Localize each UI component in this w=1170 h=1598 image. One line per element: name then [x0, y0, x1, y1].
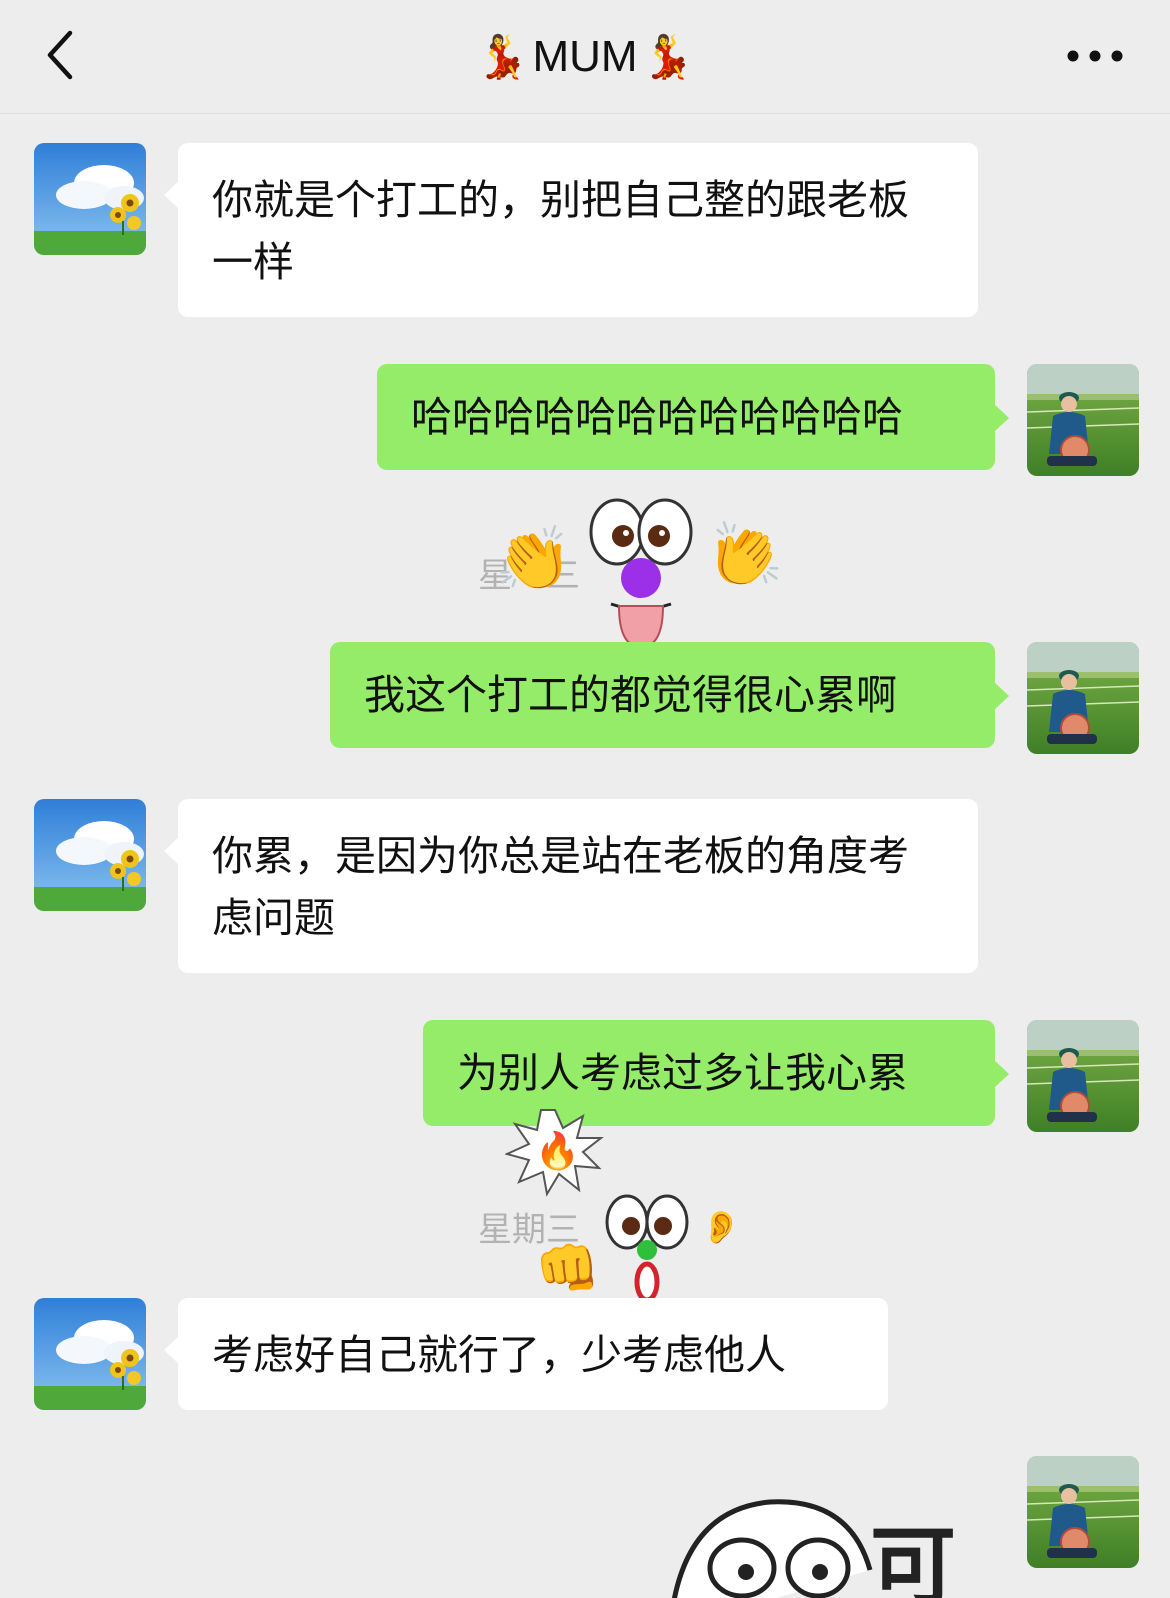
message-text: 你累，是因为你总是站在老板的角度考虑问题: [212, 832, 909, 942]
girl-avatar-icon: [1027, 364, 1139, 476]
chat-header: 💃 MUM 💃: [0, 0, 1170, 114]
googly-eyes-icon: [605, 1194, 689, 1303]
girl-avatar-icon: [1027, 1456, 1139, 1568]
dancer-emoji-icon: 💃: [476, 33, 529, 80]
message-text: 哈哈哈哈哈哈哈哈哈哈哈哈: [411, 393, 903, 441]
dancer-emoji-icon: 💃: [641, 33, 694, 80]
message-text: 为别人考虑过多让我心累: [457, 1049, 908, 1097]
fist-icon: 👊: [535, 1239, 600, 1299]
message-text: 考虑好自己就行了，少考虑他人: [212, 1331, 786, 1379]
my-avatar[interactable]: [1027, 1020, 1139, 1132]
my-avatar[interactable]: [1027, 1456, 1139, 1568]
contact-avatar[interactable]: [34, 143, 146, 255]
message-bubble-incoming[interactable]: 考虑好自己就行了，少考虑他人: [164, 1298, 888, 1410]
contact-avatar[interactable]: [34, 799, 146, 911]
message-text: 你就是个打工的，别把自己整的跟老板一样: [212, 176, 909, 286]
angry-face-sticker: 🔥 👊 👂: [505, 1108, 745, 1303]
sunflower-avatar-icon: [34, 1298, 146, 1410]
more-dots-icon: [1067, 50, 1123, 62]
contact-avatar[interactable]: [34, 1298, 146, 1410]
sticker-text: 可: [870, 1517, 956, 1598]
my-avatar[interactable]: [1027, 642, 1139, 754]
cartoon-face-sticker[interactable]: 可: [660, 1490, 1000, 1598]
message-bubble-outgoing[interactable]: 哈哈哈哈哈哈哈哈哈哈哈哈: [377, 364, 1009, 470]
clown-face-sticker: 👏 👏: [485, 492, 795, 652]
more-button[interactable]: [1060, 36, 1130, 76]
contact-name: MUM: [532, 32, 638, 81]
clap-left-icon: 👏: [495, 522, 573, 595]
girl-avatar-icon: [1027, 642, 1139, 754]
message-bubble-outgoing[interactable]: 我这个打工的都觉得很心累啊: [330, 642, 1009, 748]
sunflower-avatar-icon: [34, 143, 146, 255]
clown-eyes-icon: [589, 498, 693, 649]
message-bubble-incoming[interactable]: 你就是个打工的，别把自己整的跟老板一样: [164, 143, 978, 317]
girl-avatar-icon: [1027, 1020, 1139, 1132]
message-bubble-incoming[interactable]: 你累，是因为你总是站在老板的角度考虑问题: [164, 799, 978, 973]
my-avatar[interactable]: [1027, 364, 1139, 476]
ear-icon: 👂: [701, 1208, 741, 1246]
sunflower-avatar-icon: [34, 799, 146, 911]
fire-icon: 🔥: [535, 1131, 580, 1172]
chat-title: 💃 MUM 💃: [0, 22, 1170, 92]
message-text: 我这个打工的都觉得很心累啊: [364, 671, 897, 719]
clap-right-icon: 👏: [707, 518, 785, 591]
